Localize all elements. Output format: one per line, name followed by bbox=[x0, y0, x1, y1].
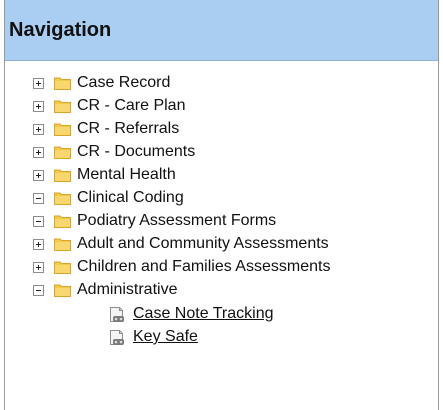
tree-node-label: Case Record bbox=[77, 74, 171, 91]
key-safe-link[interactable]: Key Safe bbox=[133, 328, 198, 346]
tree-node-cr-care-plan[interactable]: CR - Care Plan bbox=[33, 95, 185, 117]
expand-icon[interactable] bbox=[33, 261, 44, 273]
tree-node-cr-documents[interactable]: CR - Documents bbox=[33, 141, 195, 163]
collapse-icon[interactable] bbox=[33, 215, 44, 227]
tree-node-label: Adult and Community Assessments bbox=[77, 235, 329, 252]
navigation-title: Navigation bbox=[9, 18, 112, 41]
collapse-icon[interactable] bbox=[33, 284, 44, 296]
folder-icon bbox=[54, 261, 71, 274]
collapse-icon[interactable] bbox=[33, 192, 44, 204]
expand-icon[interactable] bbox=[33, 238, 44, 250]
tree-node-adult-and-community-assessments[interactable]: Adult and Community Assessments bbox=[33, 233, 329, 255]
tree-node-label: Administrative bbox=[77, 281, 178, 298]
folder-icon bbox=[54, 215, 71, 228]
tree-node-children-and-families-assessments[interactable]: Children and Families Assessments bbox=[33, 256, 330, 278]
expand-icon[interactable] bbox=[33, 169, 44, 181]
navigation-header: Navigation bbox=[5, 0, 438, 61]
folder-icon bbox=[54, 192, 71, 205]
tree-node-mental-health[interactable]: Mental Health bbox=[33, 164, 176, 186]
folder-icon bbox=[54, 146, 71, 159]
expand-icon[interactable] bbox=[33, 123, 44, 135]
tree-node-case-record[interactable]: Case Record bbox=[33, 72, 170, 94]
folder-icon bbox=[54, 77, 71, 90]
expand-icon[interactable] bbox=[33, 100, 44, 112]
tree-node-podiatry-assessment-forms[interactable]: Podiatry Assessment Forms bbox=[33, 210, 276, 232]
navigation-panel: Navigation Case Record CR - Care Plan CR… bbox=[4, 0, 439, 410]
tree-node-label: CR - Referrals bbox=[77, 120, 180, 137]
tree-node-label: Children and Families Assessments bbox=[77, 258, 331, 275]
tree-node-label: Clinical Coding bbox=[77, 189, 184, 206]
tree-node-label: CR - Documents bbox=[77, 143, 196, 160]
tree-node-cr-referrals[interactable]: CR - Referrals bbox=[33, 118, 179, 140]
tree-node-label: CR - Care Plan bbox=[77, 97, 186, 114]
folder-icon bbox=[54, 284, 71, 297]
form-icon bbox=[110, 329, 124, 345]
tree-leaf-case-note-tracking[interactable]: Case Note Tracking bbox=[108, 303, 274, 325]
folder-icon bbox=[54, 238, 71, 251]
folder-icon bbox=[54, 100, 71, 113]
expand-icon[interactable] bbox=[33, 146, 44, 158]
case-note-tracking-link[interactable]: Case Note Tracking bbox=[133, 305, 274, 323]
tree-node-label: Podiatry Assessment Forms bbox=[77, 212, 277, 229]
folder-icon bbox=[54, 123, 71, 136]
folder-icon bbox=[54, 169, 71, 182]
form-icon bbox=[110, 306, 124, 322]
tree-node-administrative[interactable]: Administrative bbox=[33, 279, 177, 301]
tree-node-label: Mental Health bbox=[77, 166, 176, 183]
tree-leaf-key-safe[interactable]: Key Safe bbox=[108, 326, 198, 348]
tree-node-clinical-coding[interactable]: Clinical Coding bbox=[33, 187, 184, 209]
expand-icon[interactable] bbox=[33, 77, 44, 89]
